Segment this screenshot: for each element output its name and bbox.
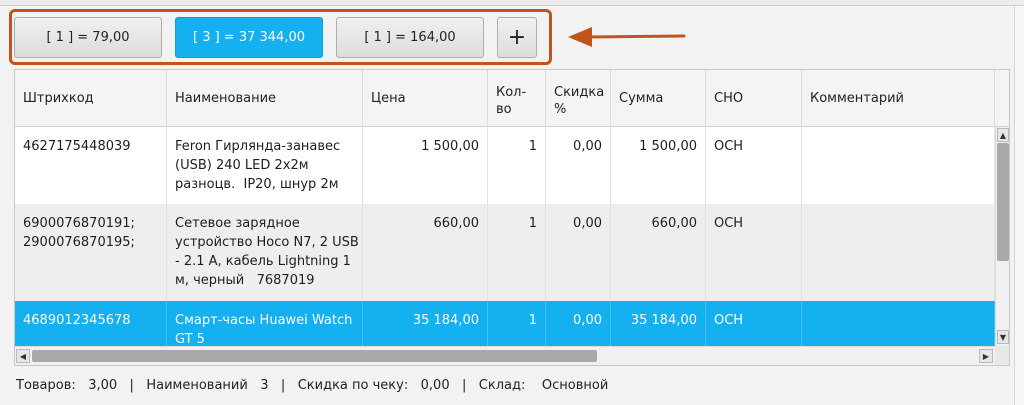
receipt-discount-value: 0,00	[420, 378, 450, 393]
receipt-tab-3[interactable]: [ 1 ] = 164,00	[336, 17, 484, 58]
window-top-edge	[0, 0, 1024, 6]
vertical-scrollbar[interactable]: ▲ ▼	[995, 127, 1009, 346]
cell-sno: ОСН	[706, 301, 802, 346]
table-row-selected[interactable]: 4689012345678 Смарт-часы Huawei Watch GT…	[15, 301, 995, 346]
table-row[interactable]: 4627175448039 Feron Гирлянда-занавес (US…	[15, 127, 995, 204]
cell-comment	[802, 204, 995, 301]
scroll-down-arrow-icon[interactable]: ▼	[997, 330, 1009, 344]
warehouse-label: Склад:	[478, 378, 526, 393]
cell-sum: 35 184,00	[611, 301, 706, 346]
status-bar: Товаров: 3,00 | Наименований 3 | Скидка …	[16, 378, 608, 393]
table-header: Штрихкод Наименование Цена Кол- во Скидк…	[15, 70, 1009, 127]
receipt-table: Штрихкод Наименование Цена Кол- во Скидк…	[14, 69, 1010, 366]
cell-price: 660,00	[363, 204, 488, 301]
horizontal-scroll-thumb[interactable]	[32, 350, 597, 362]
cell-price: 35 184,00	[363, 301, 488, 346]
cell-barcode: 6900076870191; 2900076870195;	[15, 204, 167, 301]
cell-sum: 660,00	[611, 204, 706, 301]
column-header-price[interactable]: Цена	[363, 70, 488, 127]
cell-name: Feron Гирлянда-занавес (USB) 240 LED 2х2…	[167, 127, 363, 204]
cell-barcode: 4627175448039	[15, 127, 167, 204]
column-header-name[interactable]: Наименование	[167, 70, 363, 127]
receipt-tab-2-active[interactable]: [ 3 ] = 37 344,00	[175, 17, 323, 58]
separator: |	[280, 378, 286, 393]
cell-name: Сетевое зарядное устройство Hoco N7, 2 U…	[167, 204, 363, 301]
column-header-comment[interactable]: Комментарий	[802, 70, 995, 127]
cell-discount: 0,00	[546, 127, 611, 204]
cell-sno: ОСН	[706, 204, 802, 301]
receipt-discount-label: Скидка по чеку:	[297, 378, 409, 393]
cell-qty: 1	[488, 127, 546, 204]
goods-value: 3,00	[88, 378, 118, 393]
cell-comment	[802, 301, 995, 346]
column-header-sno[interactable]: СНО	[706, 70, 802, 127]
scrollbar-corner	[995, 346, 1009, 365]
receipt-tab-1[interactable]: [ 1 ] = 79,00	[14, 17, 162, 58]
cell-comment	[802, 127, 995, 204]
horizontal-scrollbar[interactable]: ◀ ▶	[15, 346, 995, 365]
separator: |	[462, 378, 467, 393]
separator: |	[129, 378, 134, 393]
cell-sno: ОСН	[706, 127, 802, 204]
column-header-sum[interactable]: Сумма	[611, 70, 706, 127]
arrow-left-icon	[568, 27, 686, 47]
column-header-barcode[interactable]: Штрихкод	[15, 70, 167, 127]
window-right-edge	[1014, 6, 1024, 405]
cell-qty: 1	[488, 301, 546, 346]
warehouse-value: Основной	[541, 378, 609, 393]
cell-discount: 0,00	[546, 301, 611, 346]
scroll-left-arrow-icon[interactable]: ◀	[16, 349, 30, 363]
names-value: 3	[260, 378, 269, 393]
cell-name: Смарт-часы Huawei Watch GT 5	[167, 301, 363, 346]
vertical-scroll-thumb[interactable]	[997, 143, 1009, 261]
cell-discount: 0,00	[546, 204, 611, 301]
column-header-discount[interactable]: Скидка %	[546, 70, 611, 127]
column-header-qty[interactable]: Кол- во	[488, 70, 546, 127]
table-body: 4627175448039 Feron Гирлянда-занавес (US…	[15, 127, 995, 346]
cell-price: 1 500,00	[363, 127, 488, 204]
goods-label: Товаров:	[16, 378, 76, 393]
cell-sum: 1 500,00	[611, 127, 706, 204]
scroll-up-arrow-icon[interactable]: ▲	[997, 128, 1009, 142]
cell-qty: 1	[488, 204, 546, 301]
scroll-right-arrow-icon[interactable]: ▶	[979, 349, 993, 363]
names-label: Наименований	[146, 378, 248, 393]
cell-barcode: 4689012345678	[15, 301, 167, 346]
table-row[interactable]: 6900076870191; 2900076870195; Сетевое за…	[15, 204, 995, 301]
add-tab-button[interactable]: +	[497, 17, 537, 58]
